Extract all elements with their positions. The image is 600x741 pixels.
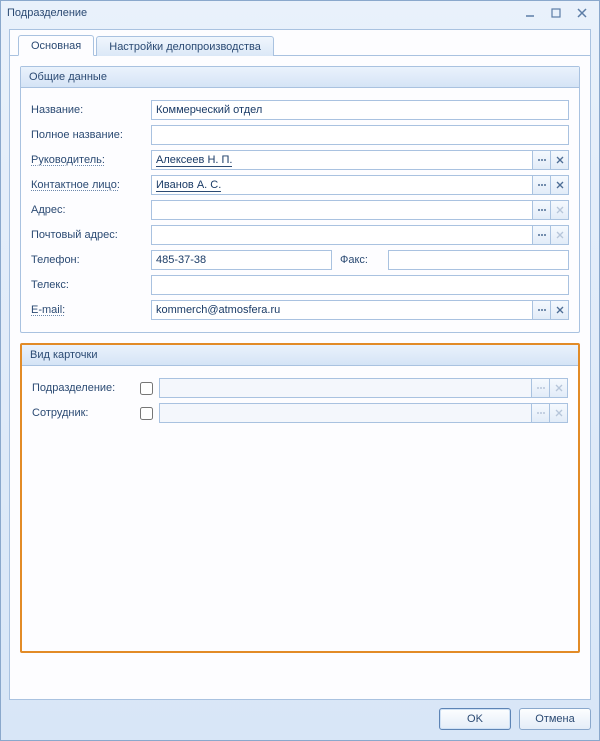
address-input[interactable] [151, 200, 533, 220]
name-input[interactable] [151, 100, 569, 120]
head-browse-button[interactable] [533, 150, 551, 170]
card-department-clear-button [550, 378, 568, 398]
tab-main[interactable]: Основная [18, 35, 94, 56]
minimize-button[interactable] [519, 5, 541, 21]
card-employee-checkbox[interactable] [140, 407, 153, 420]
address-clear-button [551, 200, 569, 220]
label-contact[interactable]: Контактное лицо: [31, 179, 151, 191]
label-card-employee: Сотрудник: [32, 407, 140, 419]
label-post-address: Почтовый адрес: [31, 229, 151, 241]
label-phone: Телефон: [31, 254, 151, 266]
card-department-input [159, 378, 532, 398]
email-input[interactable] [151, 300, 533, 320]
fax-input[interactable] [388, 250, 569, 270]
label-fullname: Полное название: [31, 129, 151, 141]
group-card-type-header: Вид карточки [22, 345, 578, 366]
head-clear-button[interactable] [551, 150, 569, 170]
group-general: Общие данные Название: Полное название: … [20, 66, 580, 333]
address-browse-button[interactable] [533, 200, 551, 220]
telex-input[interactable] [151, 275, 569, 295]
card-employee-clear-button [550, 403, 568, 423]
tab-settings[interactable]: Настройки делопроизводства [96, 36, 274, 56]
ok-button[interactable]: OK [439, 708, 511, 730]
head-value: Алексеев Н. П. [156, 154, 232, 167]
contact-clear-button[interactable] [551, 175, 569, 195]
label-email[interactable]: E-mail: [31, 304, 151, 316]
titlebar: Подразделение [1, 1, 599, 25]
email-clear-button[interactable] [551, 300, 569, 320]
dialog-window: Подразделение Основная Настройки делопро… [0, 0, 600, 741]
window-title: Подразделение [7, 7, 515, 19]
card-department-checkbox[interactable] [140, 382, 153, 395]
client-area: Основная Настройки делопроизводства Общи… [9, 29, 591, 700]
email-browse-button[interactable] [533, 300, 551, 320]
contact-input[interactable]: Иванов А. С. [151, 175, 533, 195]
group-general-body: Название: Полное название: Руководитель:… [21, 88, 579, 332]
fullname-input[interactable] [151, 125, 569, 145]
head-input[interactable]: Алексеев Н. П. [151, 150, 533, 170]
label-telex: Телекс: [31, 279, 151, 291]
close-button[interactable] [571, 5, 593, 21]
card-department-browse-button [532, 378, 550, 398]
phone-input[interactable] [151, 250, 332, 270]
contact-value: Иванов А. С. [156, 179, 221, 192]
tabstrip: Основная Настройки делопроизводства [10, 30, 590, 56]
card-employee-input [159, 403, 532, 423]
label-fax: Факс: [340, 254, 388, 266]
post-address-input[interactable] [151, 225, 533, 245]
post-address-clear-button [551, 225, 569, 245]
post-address-browse-button[interactable] [533, 225, 551, 245]
card-employee-browse-button [532, 403, 550, 423]
group-general-header: Общие данные [21, 67, 579, 88]
group-card-type: Вид карточки Подразделение: Сотрудник: [20, 343, 580, 653]
label-name: Название: [31, 104, 151, 116]
maximize-button[interactable] [545, 5, 567, 21]
group-card-type-body: Подразделение: Сотрудник: [22, 366, 578, 435]
tabpage-main: Общие данные Название: Полное название: … [10, 56, 590, 699]
label-head[interactable]: Руководитель: [31, 154, 151, 166]
cancel-button[interactable]: Отмена [519, 708, 591, 730]
contact-browse-button[interactable] [533, 175, 551, 195]
dialog-footer: OK Отмена [9, 704, 591, 734]
label-address: Адрес: [31, 204, 151, 216]
label-card-department: Подразделение: [32, 382, 140, 394]
